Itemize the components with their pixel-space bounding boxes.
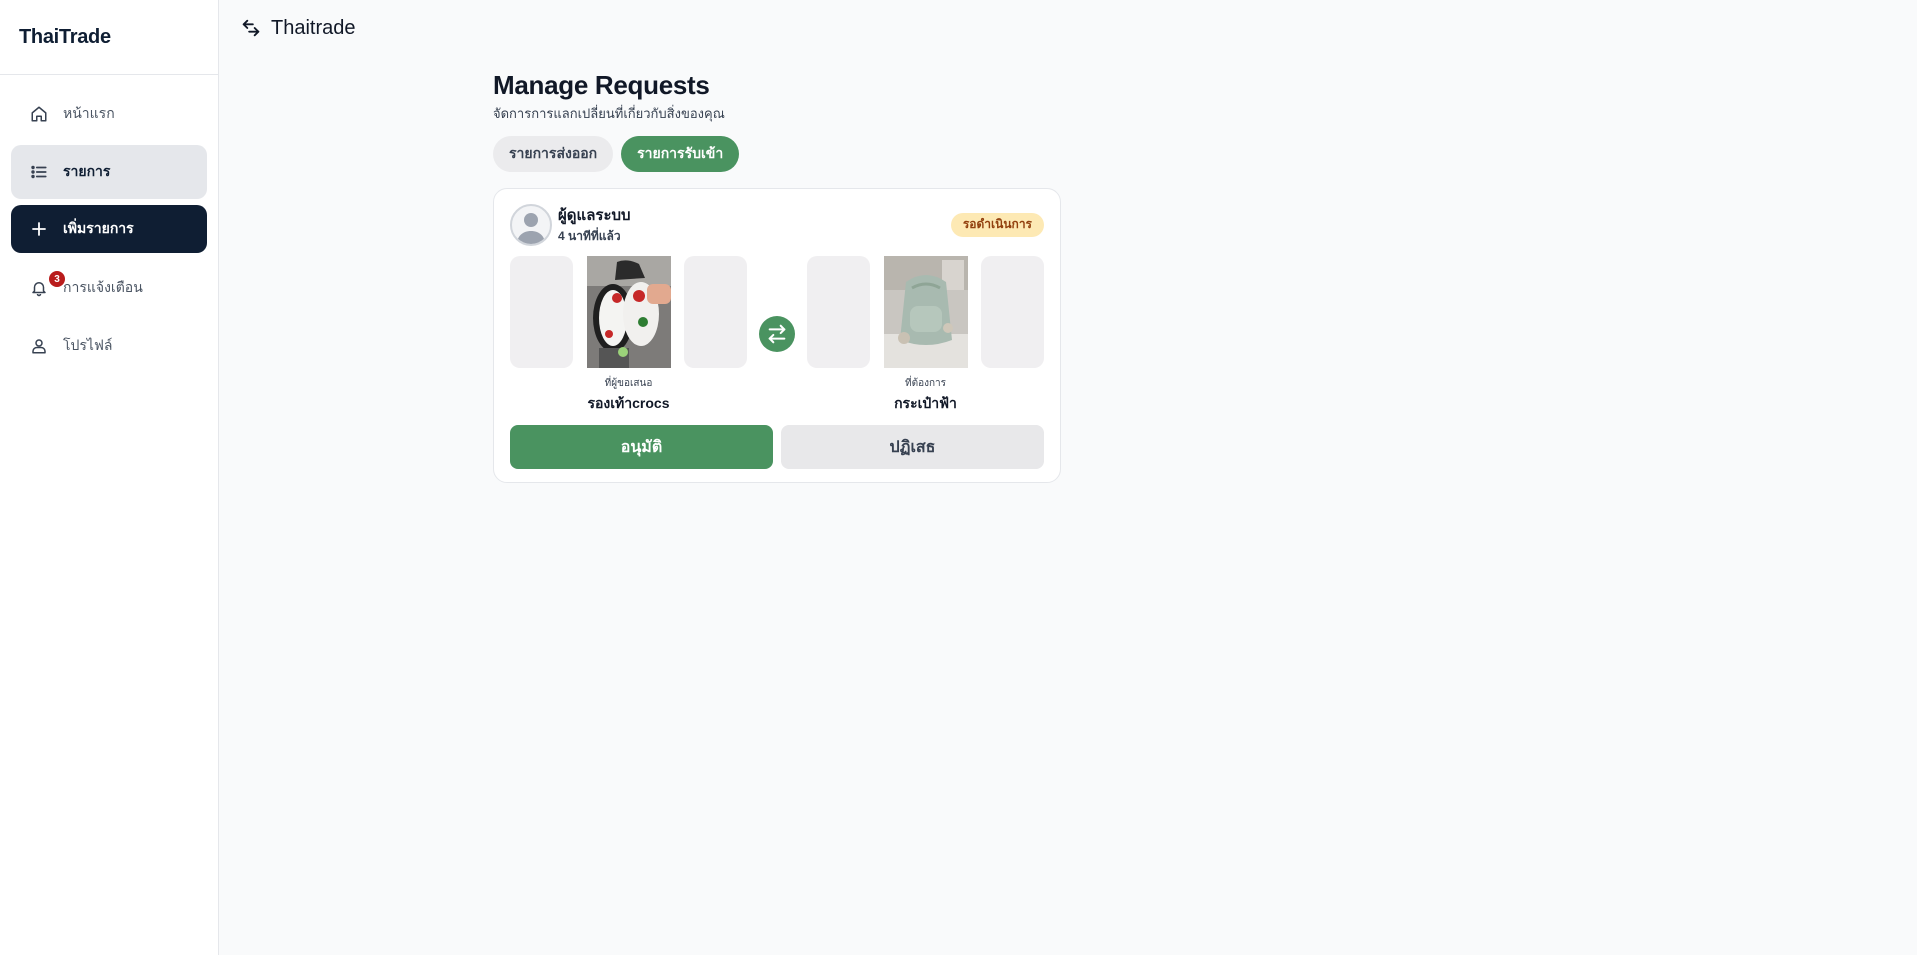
main-content: Manage Requests จัดการการแลกเปลี่ยนที่เก… [493, 70, 1061, 483]
request-tabs: รายการส่งออก รายการรับเข้า [493, 136, 1061, 172]
exchange-icon [759, 316, 795, 352]
page-subtitle: จัดการการแลกเปลี่ยนที่เกี่ยวกับสิ่งของคุ… [493, 106, 725, 121]
carousel-placeholder [807, 256, 870, 368]
sidebar-item-label: เพิ่มรายการ [63, 220, 134, 236]
request-card: ผู้ดูแลระบบ 4 นาทีที่แล้ว รอดำเนินการ ที… [493, 188, 1061, 483]
requester-name: ผู้ดูแลระบบ [558, 207, 631, 224]
list-icon [29, 162, 49, 182]
offered-item-carousel[interactable] [510, 256, 747, 368]
sidebar-item-notifications[interactable]: 3 การแจ้งเตือน [11, 261, 207, 315]
wanted-item-carousel[interactable] [807, 256, 1044, 368]
wanted-item-photo [884, 256, 968, 368]
tab-outgoing[interactable]: รายการส่งออก [493, 136, 614, 172]
reject-button[interactable]: ปฏิเสธ [781, 425, 1044, 469]
request-card-header: ผู้ดูแลระบบ 4 นาทีที่แล้ว รอดำเนินการ [510, 203, 1044, 246]
offered-item: ที่ผู้ขอเสนอ รองเท้าcrocs [510, 256, 747, 415]
plus-icon [29, 219, 49, 239]
carousel-placeholder [981, 256, 1044, 368]
sidebar-item-label: หน้าแรก [63, 105, 115, 121]
sidebar-item-profile[interactable]: โปรไฟล์ [11, 319, 207, 373]
add-listing-button[interactable]: เพิ่มรายการ [11, 205, 207, 253]
approve-button[interactable]: อนุมัติ [510, 425, 773, 469]
swap-divider [747, 256, 807, 352]
user-icon [29, 336, 49, 356]
sidebar-item-label: รายการ [63, 163, 111, 179]
carousel-placeholder [684, 256, 747, 368]
offered-item-title: รองเท้าcrocs [587, 395, 670, 411]
bell-icon [29, 278, 49, 298]
swap-arrows-icon [240, 17, 262, 39]
wanted-item: ที่ต้องการ กระเป๋าฟ้า [807, 256, 1044, 415]
request-time: 4 นาทีที่แล้ว [558, 229, 621, 243]
sidebar-item-listings[interactable]: รายการ [11, 145, 207, 199]
sidebar-item-label: การแจ้งเตือน [63, 279, 143, 295]
sidebar-item-home[interactable]: หน้าแรก [11, 87, 207, 141]
offered-item-photo [587, 256, 671, 368]
requester: ผู้ดูแลระบบ 4 นาทีที่แล้ว [510, 203, 631, 246]
offered-item-caption: ที่ผู้ขอเสนอ [604, 378, 653, 389]
sidebar-nav: หน้าแรก รายการ เพิ่มรายการ 3 การแจ้งเตือ… [0, 75, 218, 389]
notification-count-badge: 3 [49, 271, 65, 287]
page-title: Manage Requests [493, 70, 710, 100]
avatar [510, 203, 552, 246]
wanted-item-caption: ที่ต้องการ [904, 378, 946, 389]
tab-incoming[interactable]: รายการรับเข้า [621, 136, 740, 172]
sidebar: ThaiTrade หน้าแรก รายการ เพิ่มรายการ 3 ก [0, 0, 219, 955]
app-title: Thaitrade [271, 16, 356, 39]
sidebar-item-label: โปรไฟล์ [63, 337, 113, 353]
status-badge: รอดำเนินการ [950, 212, 1044, 237]
home-icon [29, 104, 49, 124]
request-actions: อนุมัติ ปฏิเสธ [510, 425, 1044, 469]
exchange-row: ที่ผู้ขอเสนอ รองเท้าcrocs ที่ต้องการ กระ… [510, 256, 1044, 415]
brand-logo[interactable]: ThaiTrade [0, 0, 218, 75]
carousel-placeholder [510, 256, 573, 368]
wanted-item-title: กระเป๋าฟ้า [894, 395, 957, 411]
top-bar: Thaitrade [240, 14, 356, 42]
